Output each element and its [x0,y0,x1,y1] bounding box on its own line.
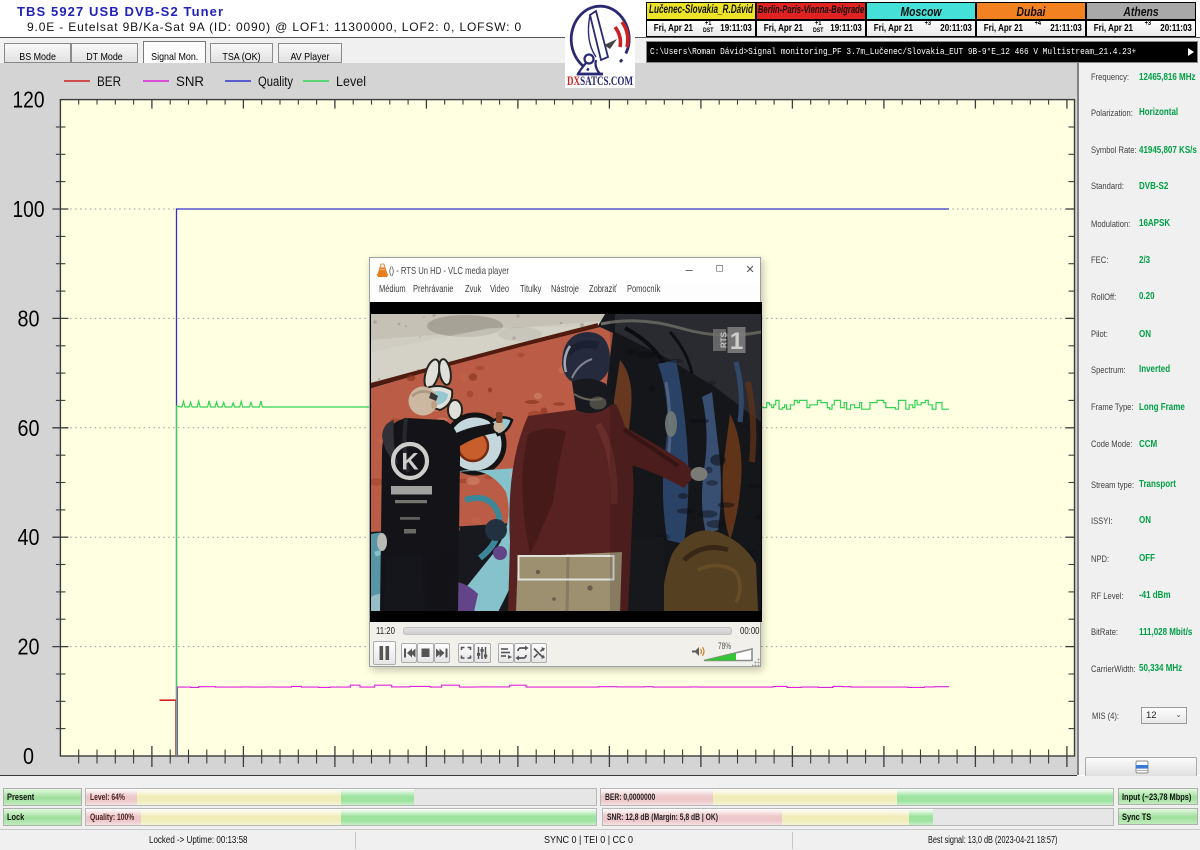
svg-text:SNR: SNR [176,74,204,89]
svg-text:BER: BER [97,74,121,89]
svg-text:Quality: Quality [258,74,293,89]
svg-text:80: 80 [18,305,40,331]
svg-text:0: 0 [23,743,34,769]
svg-text:DXSATCS.COM: DXSATCS.COM [567,74,633,88]
svg-text:20: 20 [18,634,40,660]
svg-text:100: 100 [13,196,45,222]
svg-text:60: 60 [18,415,40,441]
svg-text:40: 40 [18,524,40,550]
svg-text:78%: 78% [718,641,731,651]
svg-text:Level: Level [336,74,366,89]
svg-text:120: 120 [13,87,45,113]
